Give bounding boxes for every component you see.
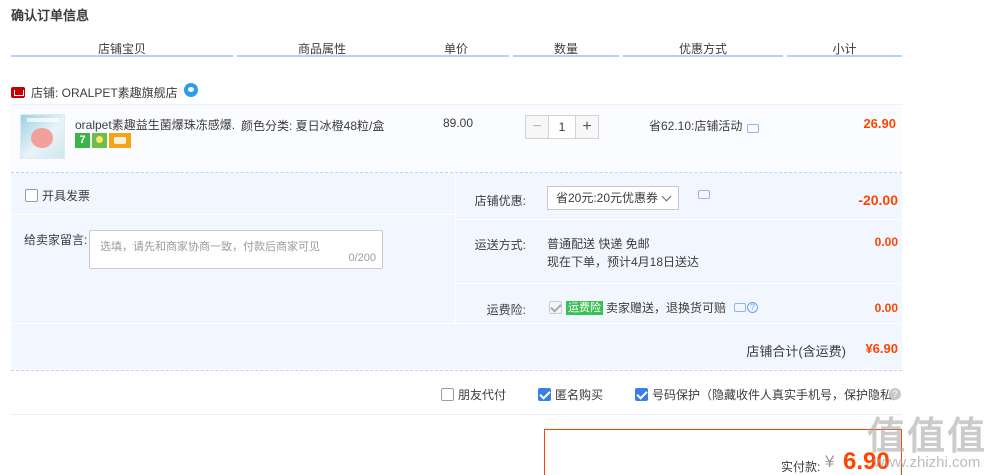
seller-message-label: 给卖家留言: — [24, 233, 88, 247]
medal-icon[interactable] — [92, 133, 107, 148]
product-name[interactable]: oralpet素趣益生菌爆珠冻感爆... — [75, 116, 235, 133]
order-item-row: oralpet素趣益生菌爆珠冻感爆... 7 颜色分类: 夏日冰橙48粒/盒 8… — [11, 104, 902, 172]
header-shop-item: 店铺宝贝 — [11, 40, 233, 57]
shipping-info: 普通配送 快递 免邮 现在下单，预计4月18日送达 — [547, 235, 699, 271]
tmall-icon — [11, 86, 25, 98]
watermark: 值值值 www.zhizhi.com — [867, 405, 987, 471]
number-protect-checkbox[interactable] — [635, 388, 648, 401]
purchase-options: 朋友代付 匿名购买 号码保护（隐藏收件人真实手机号，保护隐私） — [0, 386, 993, 402]
coupon-value: -20.00 — [858, 192, 898, 208]
divider — [456, 283, 903, 284]
discount-info: 省62.10:店铺活动 — [649, 117, 760, 134]
shipping-eta: 现在下单，预计4月18日送达 — [547, 255, 700, 269]
message-icon[interactable] — [734, 303, 747, 312]
message-icon[interactable] — [747, 124, 760, 133]
invoice-checkbox[interactable] — [25, 189, 38, 202]
friend-pay-label: 朋友代付 — [458, 388, 507, 402]
seller-message-placeholder: 选填，请先和商家协商一致，付款后商家可见 — [100, 241, 320, 253]
friend-pay-option[interactable]: 朋友代付 — [441, 386, 506, 403]
divider — [456, 219, 903, 220]
insurance-text: 卖家赠送，退换货可赔 — [606, 301, 727, 315]
divider — [11, 370, 902, 371]
table-header: 店铺宝贝 商品属性 单价 数量 优惠方式 小计 — [11, 40, 902, 57]
invoice-option[interactable]: 开具发票 — [25, 187, 90, 204]
quantity-increase-button[interactable]: + — [575, 115, 599, 139]
header-subtotal: 小计 — [787, 40, 902, 57]
insurance-option: 运费险 卖家赠送，退换货可赔 ? — [549, 299, 759, 316]
left-options: 开具发票 给卖家留言: 选填，请先和商家协商一致，付款后商家可见 0/200 — [11, 173, 455, 323]
quantity-decrease-button[interactable]: − — [525, 115, 549, 139]
number-protect-label: 号码保护（隐藏收件人真实手机号，保护隐私） — [652, 388, 905, 402]
coupon-selected: 省20元:20元优惠券 — [556, 191, 659, 205]
payment-label: 实付款: — [781, 460, 821, 474]
shop-total-label: 店铺合计(含运费) — [746, 344, 846, 359]
anonymous-checkbox[interactable] — [538, 388, 551, 401]
product-attribute: 颜色分类: 夏日冰橙48粒/盒 — [241, 119, 385, 133]
divider — [11, 414, 902, 415]
order-options: 开具发票 给卖家留言: 选填，请先和商家协商一致，付款后商家可见 0/200 店… — [11, 173, 903, 369]
page-title: 确认订单信息 — [11, 8, 90, 23]
message-icon[interactable] — [698, 190, 710, 199]
help-icon[interactable]: ? — [747, 302, 759, 313]
right-options: 店铺优惠: 省20元:20元优惠券 -20.00 运送方式: 普通配送 快递 免… — [455, 173, 903, 323]
invoice-label: 开具发票 — [42, 189, 91, 203]
shop-total-value: ¥6.90 — [865, 341, 898, 356]
seven-day-return-icon[interactable]: 7 — [75, 133, 90, 148]
header-unit-price: 单价 — [403, 40, 509, 57]
divider — [11, 214, 455, 215]
wangwang-chat-icon[interactable] — [183, 83, 198, 97]
coupon-label: 店铺优惠: — [474, 194, 526, 208]
item-subtotal: 26.90 — [863, 116, 896, 131]
shop-total-row: 店铺合计(含运费) ¥6.90 — [11, 323, 902, 369]
number-protect-option[interactable]: 号码保护（隐藏收件人真实手机号，保护隐私） — [635, 386, 904, 403]
header-discount: 优惠方式 — [623, 40, 783, 57]
product-badges: 7 — [75, 133, 131, 148]
friend-pay-checkbox[interactable] — [441, 388, 454, 401]
card-payment-icon[interactable] — [109, 133, 131, 148]
shipping-label: 运送方式: — [474, 238, 526, 252]
header-attributes: 商品属性 — [237, 40, 407, 57]
watermark-url: www.zhizhi.com — [873, 454, 981, 471]
seller-message-input[interactable]: 选填，请先和商家协商一致，付款后商家可见 0/200 — [89, 230, 383, 269]
discount-text: 省62.10:店铺活动 — [649, 119, 743, 133]
shop-line: 店铺: ORALPET素趣旗舰店 — [11, 83, 198, 101]
insurance-tag: 运费险 — [566, 300, 603, 315]
payment-summary: 实付款: ¥ 6.90 — [544, 429, 902, 475]
seller-message-count: 0/200 — [348, 252, 376, 264]
help-icon[interactable]: ? — [889, 388, 901, 400]
shipping-method: 普通配送 快递 免邮 — [547, 237, 650, 251]
product-thumbnail[interactable] — [20, 114, 65, 159]
insurance-value: 0.00 — [874, 301, 898, 315]
anonymous-option[interactable]: 匿名购买 — [538, 386, 603, 403]
insurance-label: 运费险: — [486, 303, 526, 317]
shipping-value: 0.00 — [874, 235, 898, 249]
anonymous-label: 匿名购买 — [555, 388, 604, 402]
watermark-logo: 值值值 — [866, 416, 987, 458]
quantity-input[interactable]: 1 — [549, 115, 575, 139]
currency-symbol: ¥ — [825, 452, 835, 471]
insurance-checkbox — [549, 301, 562, 314]
unit-price: 89.00 — [443, 116, 474, 130]
chevron-down-icon — [661, 191, 672, 202]
quantity-stepper: − 1 + — [525, 115, 599, 139]
shop-name[interactable]: 店铺: ORALPET素趣旗舰店 — [31, 84, 178, 101]
coupon-select[interactable]: 省20元:20元优惠券 — [547, 186, 679, 210]
header-quantity: 数量 — [513, 40, 619, 57]
